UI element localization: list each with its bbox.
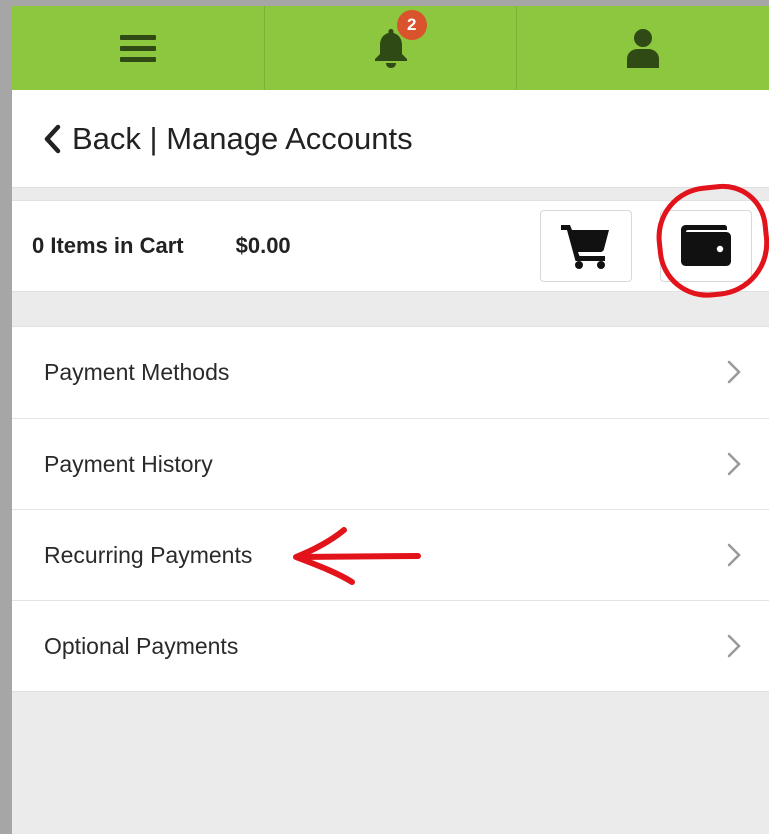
chevron-left-icon[interactable] bbox=[42, 124, 62, 154]
menu-item-label: Optional Payments bbox=[44, 632, 239, 659]
menu-item-payment-methods[interactable]: Payment Methods bbox=[12, 327, 769, 418]
notifications-button[interactable]: 2 bbox=[263, 6, 517, 90]
cart-button[interactable] bbox=[540, 210, 632, 282]
notification-badge: 2 bbox=[396, 10, 427, 40]
chevron-right-icon bbox=[727, 452, 741, 476]
cart-summary-bar: 0 Items in Cart $0.00 bbox=[12, 179, 769, 303]
hamburger-menu-icon bbox=[119, 35, 156, 62]
account-menu: Payment Methods Payment History Recurrin… bbox=[12, 326, 769, 692]
cart-total: $0.00 bbox=[235, 233, 291, 258]
top-nav: 2 bbox=[12, 6, 769, 90]
menu-item-label: Recurring Payments bbox=[44, 541, 253, 568]
chevron-right-icon bbox=[727, 634, 741, 658]
shopping-cart-icon bbox=[561, 225, 609, 269]
user-icon bbox=[627, 29, 660, 68]
menu-item-payment-history[interactable]: Payment History bbox=[12, 418, 769, 509]
menu-item-label: Payment History bbox=[44, 450, 213, 477]
app-screen: 2 Back | Manage Accounts 0 Items in Cart… bbox=[12, 6, 769, 834]
chevron-right-icon bbox=[727, 543, 741, 567]
annotation-arrow-icon bbox=[293, 527, 421, 585]
profile-button[interactable] bbox=[516, 6, 769, 90]
menu-item-recurring-payments[interactable]: Recurring Payments bbox=[12, 509, 769, 600]
chevron-right-icon bbox=[727, 360, 741, 384]
cart-items-count: 0 Items in Cart bbox=[32, 233, 184, 258]
menu-button[interactable] bbox=[12, 6, 264, 90]
back-link[interactable]: Back | Manage Accounts bbox=[72, 121, 413, 157]
annotation-circle bbox=[651, 179, 769, 303]
page-header: Back | Manage Accounts bbox=[12, 90, 769, 188]
menu-item-label: Payment Methods bbox=[44, 359, 230, 385]
menu-item-optional-payments[interactable]: Optional Payments bbox=[12, 600, 769, 691]
